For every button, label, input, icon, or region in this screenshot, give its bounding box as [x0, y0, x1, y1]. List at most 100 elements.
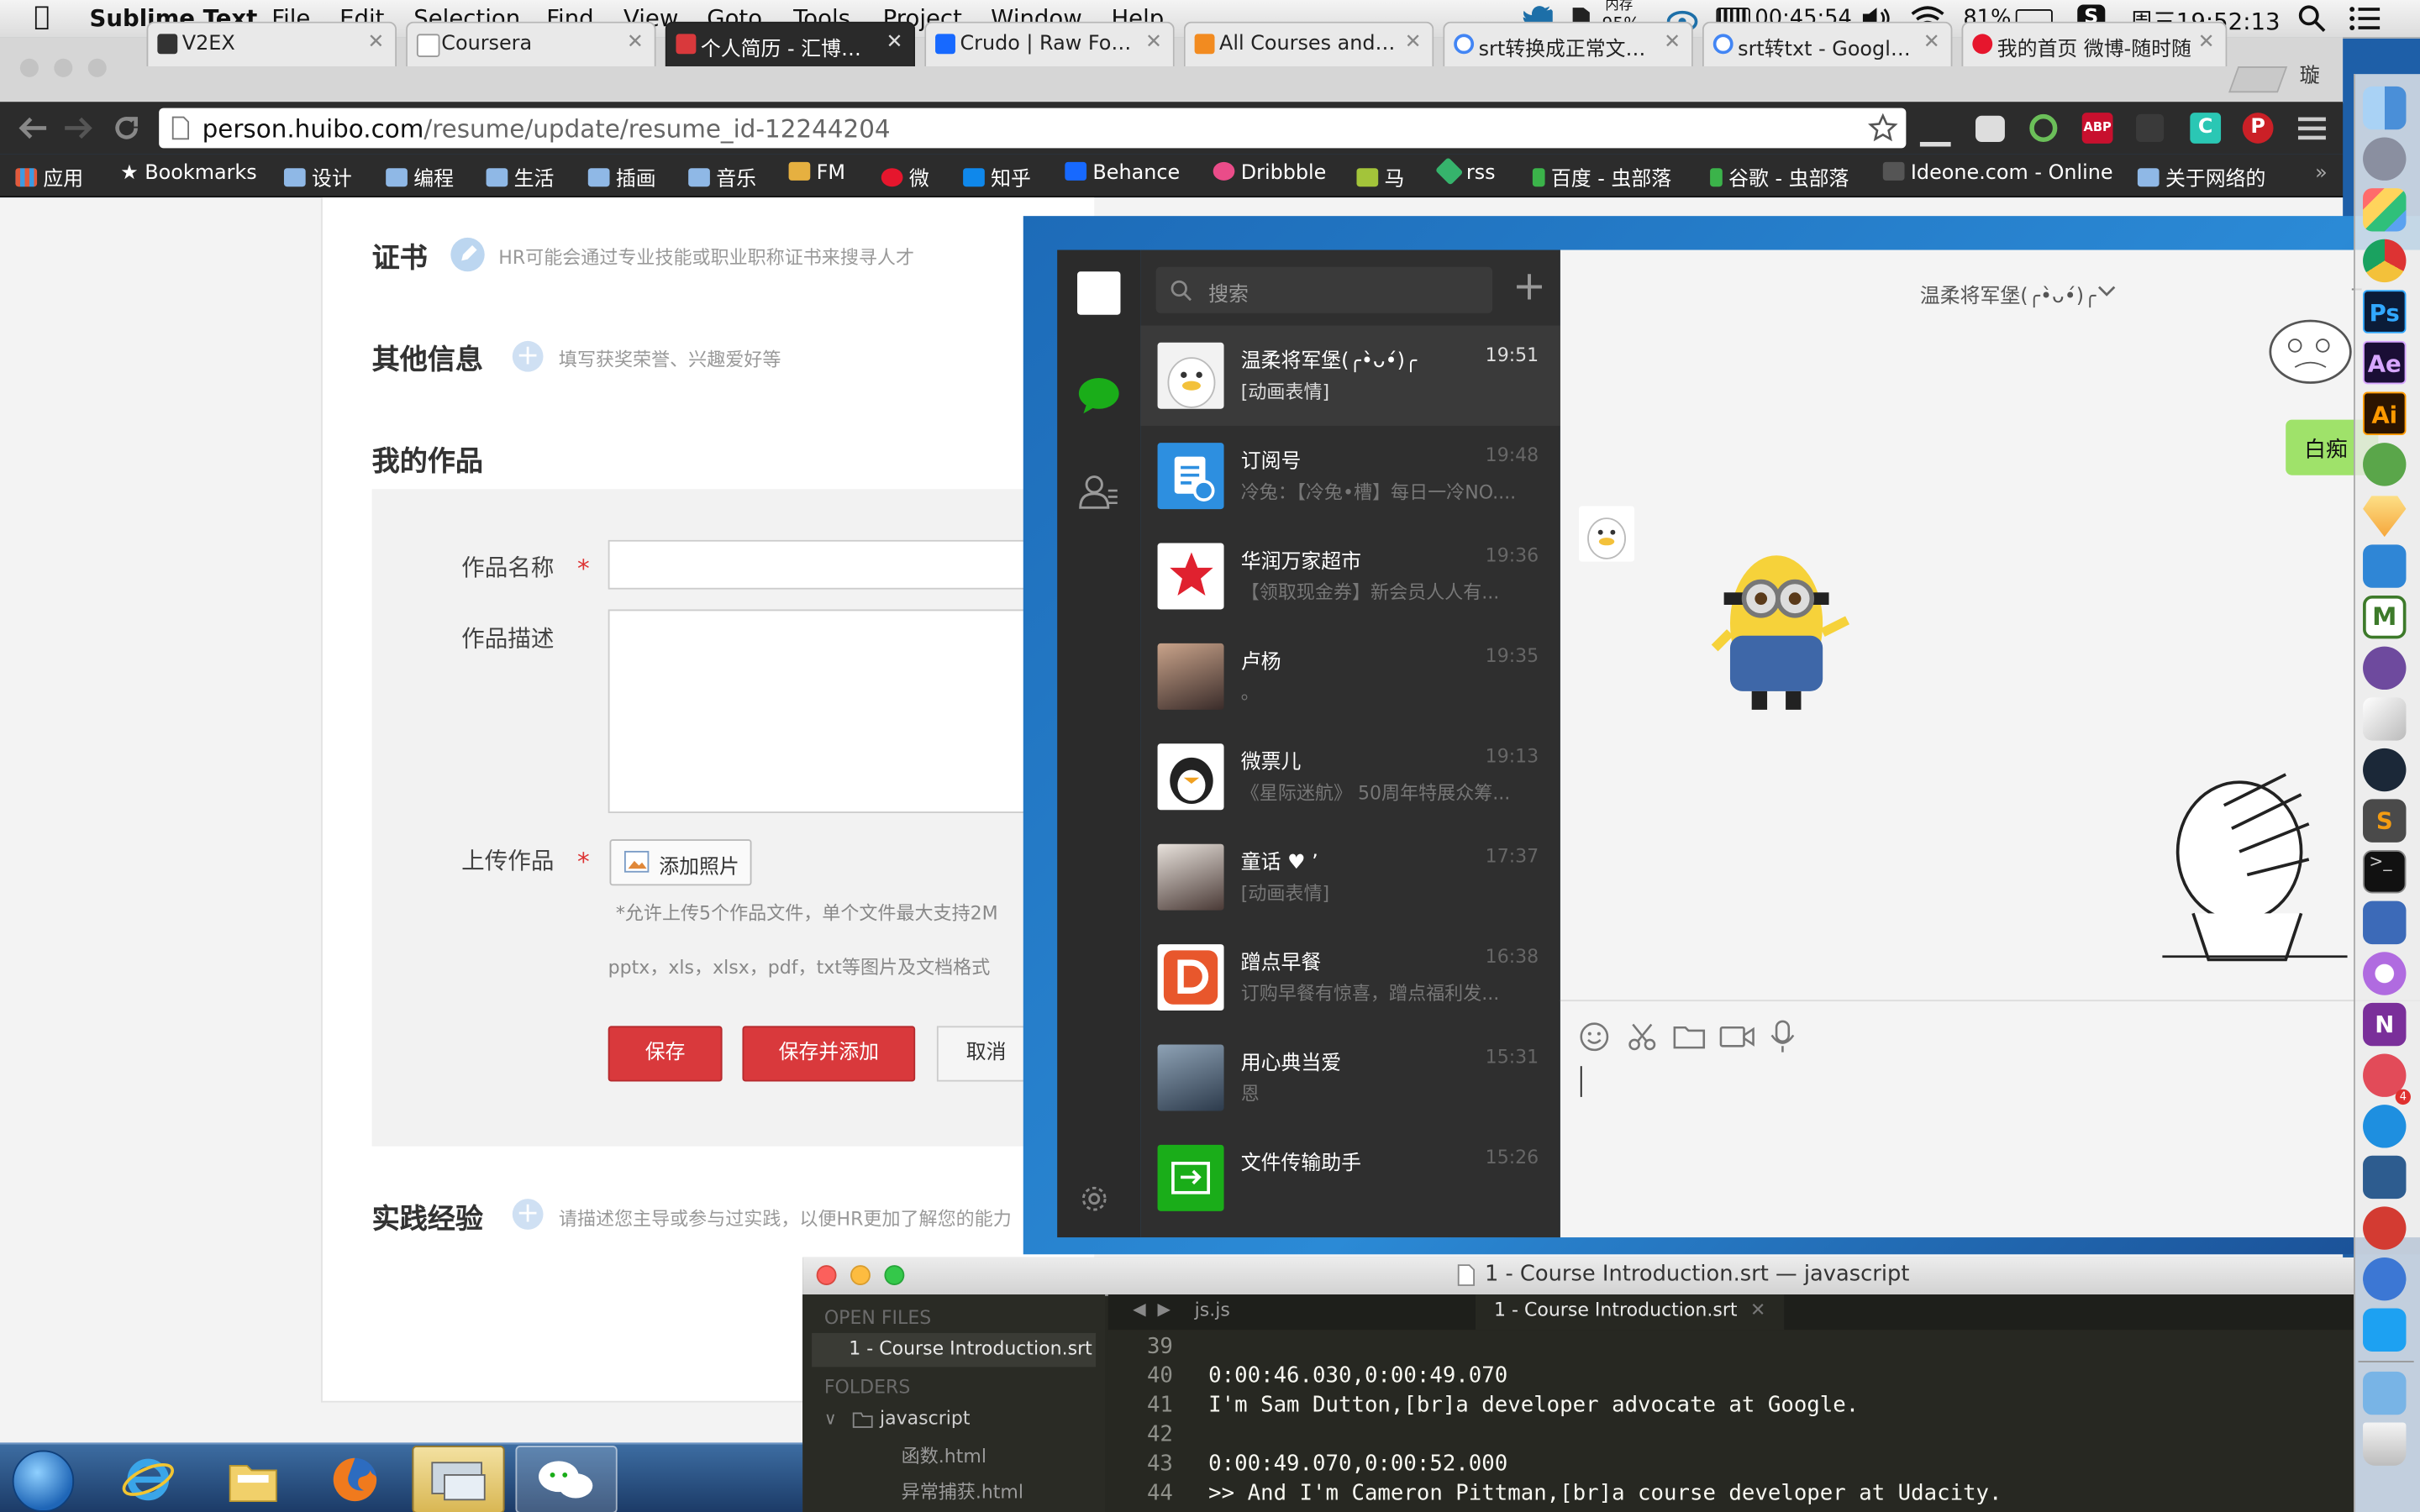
close-tab-icon[interactable]: ✕: [367, 31, 384, 55]
browser-tab[interactable]: All Courses and Na ✕: [1183, 21, 1434, 66]
settings-gear-icon[interactable]: [1081, 1185, 1108, 1213]
weibo-icon[interactable]: [2363, 1257, 2407, 1301]
emoji-icon[interactable]: [1579, 1021, 1610, 1053]
extension-c-icon[interactable]: C: [2190, 113, 2222, 144]
bookmark-star-icon[interactable]: [1867, 113, 1898, 144]
close-tab-icon[interactable]: ✕: [1405, 31, 1422, 55]
extension-dark-icon[interactable]: [2136, 113, 2165, 142]
browser-tab[interactable]: srt转txt - Google 搜 ✕: [1702, 21, 1953, 66]
save-button[interactable]: 保存: [608, 1026, 723, 1082]
add-photo-button[interactable]: 添加照片: [609, 839, 752, 886]
bookmark-weibo[interactable]: 微: [881, 162, 929, 192]
colorzilla-icon[interactable]: [2029, 113, 2058, 142]
folder-icon[interactable]: [1673, 1021, 1707, 1053]
browser-tab[interactable]: 我的首页 微博-随时随 ✕: [1961, 21, 2228, 66]
onenote-icon[interactable]: N: [2363, 1002, 2407, 1047]
qq-icon[interactable]: [2363, 1105, 2407, 1148]
conversation-item[interactable]: 订阅号 冷兔：【冷兔•槽】每日一冷NO.... 19:48: [1140, 426, 1560, 526]
tab-scroll-left-icon[interactable]: ◀: [1133, 1299, 1146, 1320]
conversation-item[interactable]: 温柔将军堡(╭•̀ᴗ•́)╭ [动画表情] 19:51: [1140, 325, 1560, 426]
github-icon[interactable]: [2363, 646, 2407, 690]
itunes-icon[interactable]: [2363, 952, 2407, 995]
bookmark-ma[interactable]: 马: [1356, 162, 1404, 192]
bookmark-folder-network[interactable]: 关于网络的: [2137, 162, 2265, 192]
folder-chevron-down-icon[interactable]: ∨: [824, 1409, 837, 1429]
profile-button[interactable]: 璇: [2300, 59, 2320, 88]
folder-name[interactable]: javascript: [880, 1407, 971, 1429]
search-input[interactable]: 搜索: [1155, 266, 1493, 313]
browser-tab[interactable]: srt转换成正常文本 - ✕: [1443, 21, 1693, 66]
conversation-item[interactable]: 华润万家超市 【领取现金券】新会员人人有... 19:36: [1140, 526, 1560, 626]
editor-tab-active[interactable]: 1 - Course Introduction.srt ✕: [1475, 1294, 1785, 1331]
bookmark-dribbble[interactable]: Dribbble: [1213, 161, 1326, 185]
file-item[interactable]: 函数.html: [902, 1442, 986, 1468]
user-avatar[interactable]: [1077, 271, 1121, 315]
conversation-item[interactable]: 童话 ♥ ʼ [动画表情] 17:37: [1140, 827, 1560, 927]
close-tab-icon[interactable]: ✕: [1923, 31, 1940, 55]
close-tab-icon[interactable]: ✕: [627, 31, 644, 55]
chevron-down-icon[interactable]: [2097, 284, 2116, 299]
wechat-taskbar-icon[interactable]: [515, 1446, 618, 1512]
video-call-icon[interactable]: [1719, 1021, 1756, 1053]
microphone-icon[interactable]: [1770, 1020, 1795, 1053]
adblock-icon[interactable]: ABP: [2081, 113, 2113, 144]
conversation-item[interactable]: 用心典当爱 恩 15:31: [1140, 1027, 1560, 1127]
cancel-button[interactable]: 取消: [936, 1026, 1036, 1082]
message-input[interactable]: [1576, 1061, 2408, 1222]
netease-music-icon[interactable]: [2363, 1206, 2407, 1250]
evernote-icon[interactable]: [2363, 443, 2407, 486]
bookmark-folder-design[interactable]: 设计: [283, 162, 352, 192]
url-text[interactable]: person.huibo.com/resume/update/resume_id…: [203, 114, 891, 144]
bookmark-zhihu[interactable]: 知乎: [963, 162, 1031, 192]
editor-tab[interactable]: js.js: [1195, 1299, 1230, 1321]
close-window-button[interactable]: [19, 58, 39, 77]
bookmark-bookmarks[interactable]: ★ Bookmarks: [120, 162, 256, 186]
desktop-app-icon[interactable]: [412, 1446, 505, 1512]
chrome-icon[interactable]: [2363, 239, 2407, 283]
xcode-icon[interactable]: [2363, 544, 2407, 588]
bookmark-google-chongbuluo[interactable]: 谷歌 - 虫部落: [1710, 162, 1849, 192]
conversation-item[interactable]: 蹭点早餐 订购早餐有惊喜，蹭点福利发... 16:38: [1140, 927, 1560, 1027]
finder-icon[interactable]: [2363, 86, 2407, 130]
browser-tab-active[interactable]: 个人简历 - 汇博人才网✕: [665, 21, 916, 66]
close-tab-icon[interactable]: ✕: [1145, 31, 1162, 55]
screenshot-icon[interactable]: [2363, 1155, 2407, 1200]
save-and-add-button[interactable]: 保存并添加: [742, 1026, 916, 1082]
address-bar[interactable]: person.huibo.com/resume/update/resume_id…: [159, 108, 1907, 149]
preview-icon[interactable]: [2363, 697, 2407, 741]
illustrator-icon[interactable]: Ai: [2363, 391, 2407, 435]
launchpad-icon[interactable]: [2363, 137, 2407, 181]
apple-menu-icon[interactable]: : [34, 2, 50, 33]
photoshop-icon[interactable]: Ps: [2363, 290, 2407, 333]
bookmark-folder-music[interactable]: 音乐: [688, 162, 756, 192]
after-effects-icon[interactable]: Ae: [2363, 340, 2407, 385]
contacts-icon[interactable]: [1077, 472, 1120, 512]
spotlight-search-icon[interactable]: [2298, 5, 2326, 33]
scissors-icon[interactable]: [1627, 1021, 1658, 1053]
close-tab-icon[interactable]: ✕: [1750, 1299, 1765, 1321]
virtualbox-icon[interactable]: [2363, 900, 2407, 945]
close-tab-icon[interactable]: ✕: [2198, 31, 2215, 55]
close-window-button[interactable]: [816, 1265, 837, 1286]
bookmark-fm[interactable]: FM: [788, 161, 845, 185]
chrome-menu-icon[interactable]: [2297, 116, 2326, 140]
internet-explorer-icon[interactable]: [120, 1452, 176, 1507]
file-explorer-icon[interactable]: [225, 1453, 281, 1505]
conversation-item[interactable]: 卢杨 。 19:35: [1140, 627, 1560, 727]
bookmark-rss[interactable]: rss: [1434, 156, 1496, 186]
bookmark-folder-illustration[interactable]: 插画: [587, 162, 656, 192]
bookmark-behance[interactable]: Behance: [1065, 161, 1180, 185]
browser-tab[interactable]: Crudo | Raw Food F ✕: [924, 21, 1175, 66]
bookmarks-overflow-chevron-icon[interactable]: »: [2315, 162, 2328, 186]
bookmark-apps[interactable]: 应用: [15, 162, 83, 192]
bookmark-folder-code[interactable]: 编程: [386, 162, 454, 192]
zoom-window-button[interactable]: [87, 58, 107, 77]
pinterest-icon[interactable]: P: [2242, 113, 2274, 144]
sender-avatar[interactable]: [1578, 506, 1635, 562]
close-tab-icon[interactable]: ✕: [886, 31, 902, 55]
stickies-icon[interactable]: [2363, 188, 2407, 232]
chat-title[interactable]: 温柔将军堡(╭•̀ᴗ•́)╭: [1920, 279, 2096, 309]
zoom-window-button[interactable]: [884, 1265, 905, 1286]
tab-scroll-right-icon[interactable]: ▶: [1158, 1299, 1171, 1320]
bookmark-ideone[interactable]: Ideone.com - Online: [1882, 161, 2113, 185]
